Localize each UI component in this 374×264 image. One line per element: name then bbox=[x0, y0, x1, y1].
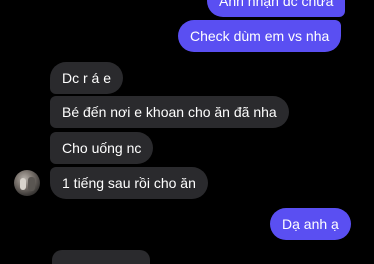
message-text: Dc r á e bbox=[62, 70, 112, 86]
avatar-photo-figure bbox=[20, 178, 26, 190]
sent-message-partial[interactable]: Anh nhận dc chưa bbox=[207, 0, 346, 17]
sent-message-reply[interactable]: Dạ anh ạ bbox=[270, 208, 351, 240]
message-text: Check dùm em vs nha bbox=[190, 28, 330, 44]
message-text: Cho uống nc bbox=[62, 140, 142, 156]
received-message-3[interactable]: Cho uống nc bbox=[50, 132, 154, 164]
message-text: 1 tiếng sau rồi cho ăn bbox=[62, 175, 196, 191]
message-text: Dạ anh ạ bbox=[282, 216, 339, 232]
received-message-2[interactable]: Bé đến nơi e khoan cho ăn đã nha bbox=[50, 96, 289, 128]
contact-avatar[interactable] bbox=[14, 170, 40, 196]
message-text: Anh nhận dc chưa bbox=[219, 0, 334, 9]
message-text: Bé đến nơi e khoan cho ăn đã nha bbox=[62, 104, 277, 120]
received-message-4[interactable]: 1 tiếng sau rồi cho ăn bbox=[50, 167, 208, 199]
received-message-partial[interactable] bbox=[52, 250, 150, 264]
sent-message-check[interactable]: Check dùm em vs nha bbox=[178, 20, 342, 52]
received-message-1[interactable]: Dc r á e bbox=[50, 62, 124, 94]
avatar-photo-figure bbox=[28, 177, 35, 191]
